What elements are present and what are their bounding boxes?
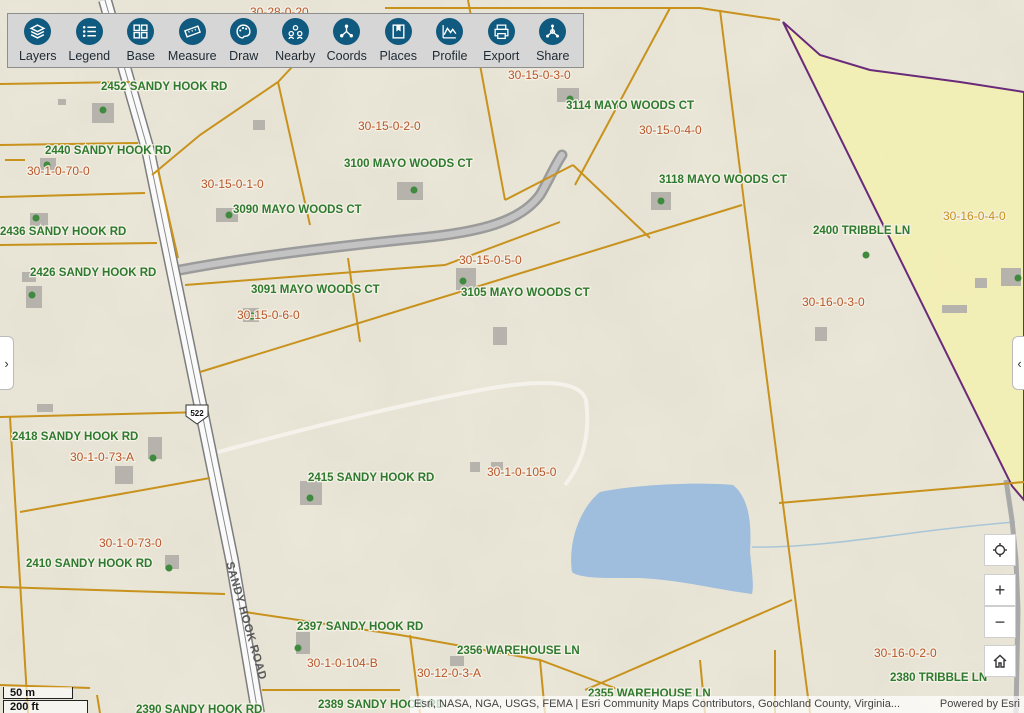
export-label: Export (483, 49, 520, 63)
address-label: 2356 WAREHOUSE LN (457, 645, 580, 657)
parcel-label: 30-15-0-4-0 (639, 123, 702, 137)
powered-by-esri[interactable]: Powered by Esri (940, 696, 1020, 713)
parcel-label: 30-15-0-1-0 (201, 177, 264, 191)
parcel-label: 30-1-0-73-A (70, 450, 134, 464)
parcel-label: 30-16-0-2-0 (874, 646, 937, 660)
parcel-label: 30-16-0-3-0 (802, 295, 865, 309)
address-label: 2400 TRIBBLE LN (813, 225, 910, 237)
parcel-label: 30-15-0-6-0 (237, 308, 300, 322)
address-label: 2410 SANDY HOOK RD (26, 558, 152, 570)
parcel-label: 30-15-0-5-0 (459, 253, 522, 267)
address-label: 2397 SANDY HOOK RD (297, 621, 423, 633)
profile-button[interactable]: Profile (424, 18, 476, 67)
coordinates-icon (333, 18, 361, 45)
share-label: Share (536, 49, 570, 63)
attribution-text: Esri, NASA, NGA, USGS, FEMA | Esri Commu… (414, 698, 901, 710)
profile-label: Profile (432, 49, 468, 63)
chevron-left-icon: ‹ (1017, 355, 1022, 371)
share-button[interactable]: Share (527, 18, 579, 67)
ruler-icon (178, 18, 206, 45)
basemap-grid-icon (127, 18, 155, 45)
legend-button[interactable]: Legend (64, 18, 116, 67)
printer-icon (487, 18, 515, 45)
address-label: 2380 TRIBBLE LN (890, 672, 987, 684)
address-label: 2390 SANDY HOOK RD (136, 704, 262, 713)
coords-label: Coords (326, 49, 367, 63)
home-icon (993, 654, 1007, 668)
bookmark-icon (384, 18, 412, 45)
parcel-label: 30-1-0-105-0 (487, 465, 557, 479)
scale-metric: 50 m (3, 687, 73, 699)
address-label: 2436 SANDY HOOK RD (0, 226, 126, 238)
address-label: 3091 MAYO WOODS CT (251, 284, 380, 296)
nearby-button[interactable]: Nearby (270, 18, 322, 67)
nearby-label: Nearby (275, 49, 316, 63)
draw-button[interactable]: Draw (218, 18, 270, 67)
parcel-label: 30-1-0-104-B (307, 656, 378, 670)
base-label: Base (126, 49, 156, 63)
parcel-label: 30-12-0-3-A (417, 666, 481, 680)
home-button[interactable] (984, 645, 1016, 677)
layers-button[interactable]: Layers (12, 18, 64, 67)
base-button[interactable]: Base (115, 18, 167, 67)
legend-icon (75, 18, 103, 45)
attribution-bar[interactable]: Esri, NASA, NGA, USGS, FEMA | Esri Commu… (410, 696, 1024, 713)
address-label: 3118 MAYO WOODS CT (659, 174, 787, 186)
right-panel-toggle[interactable]: ‹ (1012, 336, 1024, 390)
crosshair-icon (993, 543, 1007, 557)
address-label: 2440 SANDY HOOK RD (45, 145, 171, 157)
address-label: 2415 SANDY HOOK RD (308, 472, 434, 484)
draw-label: Draw (229, 49, 259, 63)
address-label: 3100 MAYO WOODS CT (344, 158, 473, 170)
share-icon (539, 18, 567, 45)
layers-icon (24, 18, 52, 45)
scale-bar: 50 m 200 ft (3, 687, 88, 713)
nearby-people-icon (281, 18, 309, 45)
measure-button[interactable]: Measure (167, 18, 219, 67)
zoom-in-button[interactable]: + (984, 574, 1016, 606)
parcel-label: 30-1-0-70-0 (27, 164, 90, 178)
scale-imperial: 200 ft (3, 700, 88, 713)
export-button[interactable]: Export (476, 18, 528, 67)
minus-icon: − (994, 611, 1006, 632)
places-label: Places (379, 49, 418, 63)
elevation-profile-icon (436, 18, 464, 45)
chevron-right-icon: › (4, 355, 9, 371)
address-label: 2426 SANDY HOOK RD (30, 267, 156, 279)
map-canvas[interactable]: 522 SANDY HOOK ROAD 2452 SANDY HOOK RD 2… (0, 0, 1024, 713)
address-label: 2418 SANDY HOOK RD (12, 431, 138, 443)
address-label: 3090 MAYO WOODS CT (233, 204, 362, 216)
svg-text:522: 522 (190, 409, 204, 418)
zoom-out-button[interactable]: − (984, 606, 1016, 638)
parcel-label: 30-15-0-2-0 (358, 119, 421, 133)
parcel-label: 30-1-0-73-0 (99, 536, 162, 550)
places-button[interactable]: Places (373, 18, 425, 67)
locate-button[interactable] (984, 534, 1016, 566)
measure-label: Measure (167, 49, 217, 63)
coords-button[interactable]: Coords (321, 18, 373, 67)
map-toolbar: Layers Legend Base Measure Draw Nearby C… (7, 13, 584, 68)
left-panel-toggle[interactable]: › (0, 336, 14, 390)
parcel-label: 30-15-0-3-0 (508, 68, 571, 82)
legend-label: Legend (68, 49, 111, 63)
parcel-label: 30-16-0-4-0 (943, 209, 1006, 223)
layers-label: Layers (18, 49, 57, 63)
address-label: 3114 MAYO WOODS CT (566, 100, 694, 112)
pond (571, 483, 753, 594)
plus-icon: + (994, 579, 1006, 600)
address-label: 3105 MAYO WOODS CT (461, 287, 590, 299)
address-label: 2452 SANDY HOOK RD (101, 81, 227, 93)
palette-icon (230, 18, 258, 45)
